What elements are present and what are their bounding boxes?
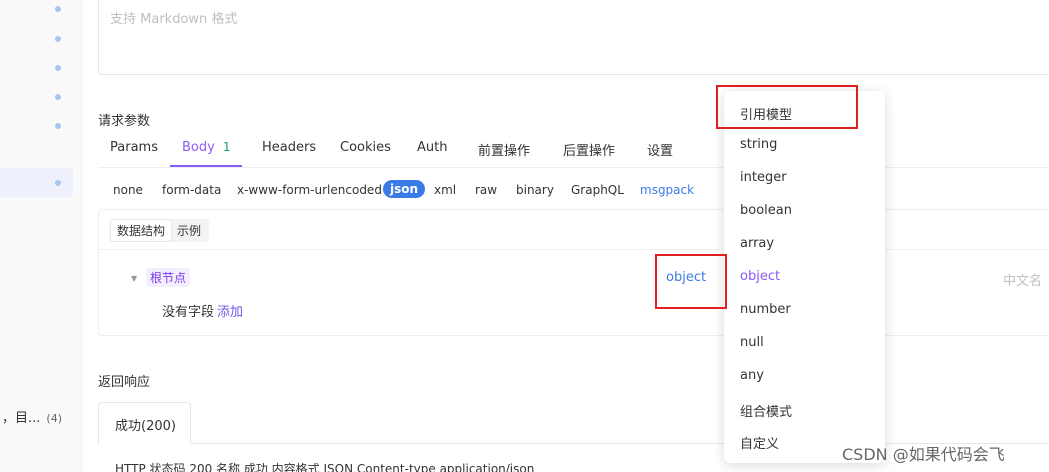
tree-dot-icon bbox=[55, 123, 61, 129]
body-type-form-data[interactable]: form-data bbox=[162, 183, 221, 197]
tab-post-processors[interactable]: 后置操作 bbox=[563, 140, 615, 159]
tab-headers[interactable]: Headers bbox=[262, 140, 316, 155]
response-tab-success[interactable]: 成功(200) bbox=[98, 402, 191, 444]
tree-dot-icon bbox=[55, 6, 61, 12]
body-type-json[interactable]: json bbox=[383, 180, 426, 198]
dropdown-item-object[interactable]: object bbox=[740, 269, 780, 284]
tab-body[interactable]: Body 1 bbox=[182, 140, 230, 155]
view-mode-schema[interactable]: 数据结构 bbox=[111, 220, 172, 241]
highlight-box-ref-model bbox=[716, 85, 858, 129]
description-placeholder: 支持 Markdown 格式 bbox=[110, 12, 238, 27]
dropdown-item-null[interactable]: null bbox=[740, 335, 764, 350]
body-type-xml[interactable]: xml bbox=[434, 183, 456, 197]
dropdown-item-any[interactable]: any bbox=[740, 368, 764, 383]
tree-dot-icon bbox=[55, 94, 61, 100]
dropdown-item-string[interactable]: string bbox=[740, 137, 777, 152]
highlight-box-object-type bbox=[655, 254, 727, 309]
tab-auth[interactable]: Auth bbox=[417, 140, 447, 155]
sidebar-item-count: (4) bbox=[46, 412, 62, 425]
tab-pre-processors[interactable]: 前置操作 bbox=[478, 140, 530, 159]
body-type-urlencoded[interactable]: x-www-form-urlencoded bbox=[237, 183, 382, 197]
dropdown-item-number[interactable]: number bbox=[740, 302, 791, 317]
sidebar-item-folder[interactable]: ，目... (4) bbox=[2, 407, 62, 426]
tree-dot-icon bbox=[55, 65, 61, 71]
view-mode-example[interactable]: 示例 bbox=[171, 220, 207, 241]
response-settings-row: HTTP 状态码 200 名称 成功 内容格式 JSON Content-typ… bbox=[115, 462, 535, 472]
body-type-none[interactable]: none bbox=[113, 183, 143, 197]
caret-down-icon[interactable]: ▼ bbox=[131, 274, 137, 283]
schema-editor: 数据结构 示例 ▼ 根节点 object 中文名 没有字段 添加 bbox=[98, 209, 1049, 336]
view-mode-switch: 数据结构 示例 bbox=[109, 219, 210, 242]
sidebar-item-active[interactable] bbox=[0, 168, 73, 197]
tab-params[interactable]: Params bbox=[110, 140, 158, 155]
sidebar-item-label: ，目... bbox=[2, 411, 41, 426]
schema-divider bbox=[99, 249, 1049, 250]
type-dropdown: 引用模型 string integer boolean array object… bbox=[724, 91, 885, 463]
body-type-binary[interactable]: binary bbox=[516, 183, 554, 197]
tab-settings[interactable]: 设置 bbox=[647, 140, 673, 159]
root-node-tag: 根节点 bbox=[146, 268, 191, 287]
add-field-link[interactable]: 添加 bbox=[217, 305, 243, 320]
tree-dot-icon bbox=[55, 180, 61, 186]
dropdown-item-array[interactable]: array bbox=[740, 236, 774, 251]
empty-fields-row: 没有字段 添加 bbox=[162, 301, 243, 320]
dropdown-item-combined-schema[interactable]: 组合模式 bbox=[740, 401, 792, 420]
response-tab-label: 成功(200) bbox=[115, 419, 176, 434]
description-editor[interactable]: 支持 Markdown 格式 bbox=[98, 0, 1049, 75]
body-type-graphql[interactable]: GraphQL bbox=[571, 183, 624, 197]
tab-body-label: Body bbox=[182, 140, 215, 155]
dropdown-item-custom[interactable]: 自定义 bbox=[740, 433, 779, 452]
tab-cookies[interactable]: Cookies bbox=[340, 140, 391, 155]
tree-dot-icon bbox=[55, 36, 61, 42]
body-type-raw[interactable]: raw bbox=[475, 183, 497, 197]
dropdown-item-integer[interactable]: integer bbox=[740, 170, 787, 185]
left-sidebar: ，目... (4) bbox=[0, 0, 82, 472]
empty-fields-text: 没有字段 bbox=[162, 305, 215, 320]
response-label: 返回响应 bbox=[98, 375, 151, 390]
chinese-name-input[interactable]: 中文名 bbox=[1003, 270, 1042, 289]
watermark: CSDN @如果代码会飞 bbox=[842, 445, 1005, 464]
tab-body-count-badge: 1 bbox=[222, 140, 231, 154]
body-type-msgpack[interactable]: msgpack bbox=[640, 183, 694, 197]
dropdown-item-boolean[interactable]: boolean bbox=[740, 203, 792, 218]
tabs-divider bbox=[98, 167, 1049, 168]
request-params-label: 请求参数 bbox=[98, 114, 151, 129]
